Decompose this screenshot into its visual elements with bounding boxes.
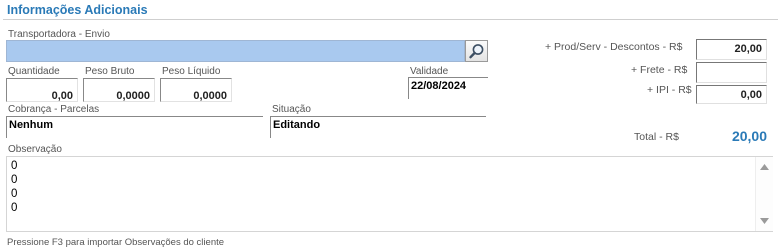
search-icon [469,44,484,59]
status-label: Situação [272,104,311,115]
status-field[interactable]: Editando [270,116,486,138]
notes-line: 0 [11,160,18,172]
gross-weight-field[interactable]: 0,0000 [83,78,155,102]
notes-scrollbar[interactable] [755,157,773,231]
products-label: + Prod/Serv - Descontos - R$ [545,41,683,53]
transport-label: Transportadora - Envio [8,29,110,40]
notes-line: 0 [11,174,18,186]
scroll-up-arrow-icon[interactable] [756,161,773,173]
products-total-field[interactable]: 20,00 [696,39,767,60]
notes-hint: Pressione F3 para importar Observações d… [7,237,225,248]
validity-label: Validade [410,66,449,77]
notes-label: Observação [8,144,62,155]
notes-line: 0 [11,188,18,200]
ipi-label: + IPI - R$ [647,84,692,96]
section-divider [3,19,778,20]
scroll-down-arrow-icon[interactable] [756,215,773,227]
freight-label: + Frete - R$ [631,64,688,76]
section-title: Informações Adicionais [7,3,148,17]
grand-total-value: 20,00 [731,128,767,144]
quantity-field[interactable]: 0,00 [6,78,78,102]
validity-date-field[interactable]: 22/08/2024 [408,77,488,99]
transport-search-button[interactable] [465,40,488,62]
quantity-label: Quantidade [8,66,60,77]
net-weight-field[interactable]: 0,0000 [160,78,232,102]
billing-label: Cobrança - Parcelas [8,104,100,115]
net-weight-label: Peso Líquido [162,66,221,77]
gross-weight-label: Peso Bruto [85,66,135,77]
notes-line: 0 [11,202,18,214]
billing-select[interactable]: Nenhum [6,116,263,138]
ipi-field[interactable]: 0,00 [696,85,767,104]
total-label: Total - R$ [634,131,679,143]
notes-content: 0 0 0 0 [11,159,17,215]
transport-input[interactable] [6,40,465,62]
freight-field[interactable] [696,62,767,83]
notes-textarea[interactable] [6,156,773,232]
